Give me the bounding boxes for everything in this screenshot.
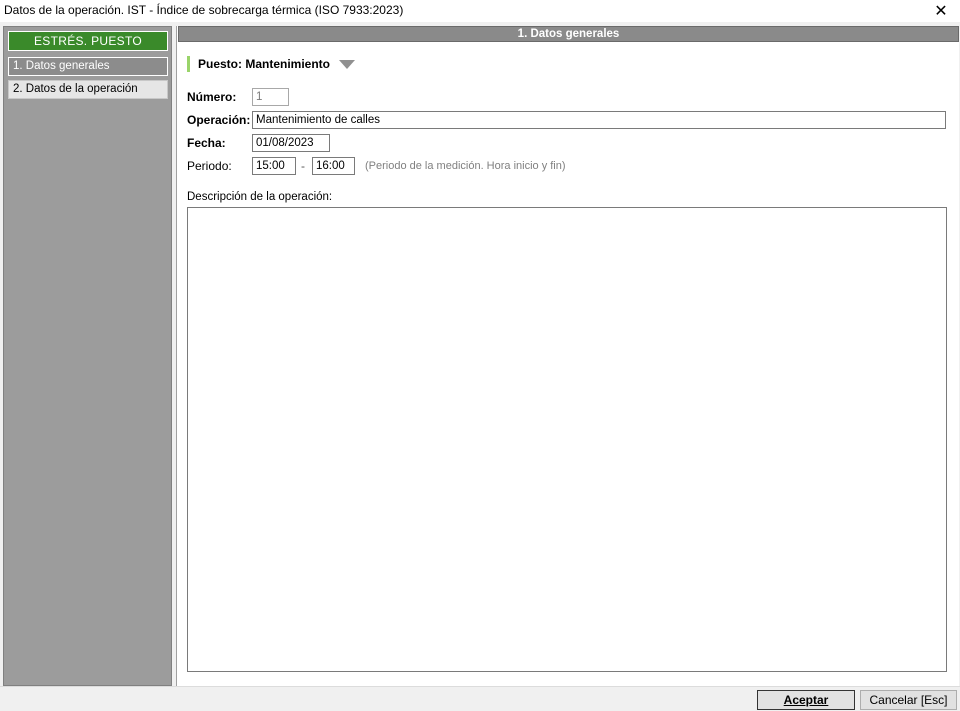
descripcion-textarea[interactable] (187, 207, 947, 672)
operacion-field[interactable] (252, 111, 946, 129)
puesto-label: Puesto: Mantenimiento (198, 57, 331, 71)
footer-bar: Aceptar Cancelar [Esc] (0, 686, 960, 711)
sidebar-header: ESTRÉS. PUESTO (8, 31, 168, 51)
sidebar-item-datos-generales[interactable]: 1. Datos generales (8, 57, 168, 76)
title-bar: Datos de la operación. IST - Índice de s… (0, 0, 960, 22)
numero-field[interactable] (252, 88, 289, 106)
periodo-hint: (Periodo de la medición. Hora inicio y f… (365, 160, 566, 172)
puesto-selector[interactable]: Puesto: Mantenimiento (187, 56, 356, 72)
periodo-separator: - (301, 159, 305, 173)
close-icon[interactable]: ✕ (928, 1, 954, 21)
periodo-label: Periodo: (187, 159, 232, 173)
section-title: 1. Datos generales (178, 26, 959, 42)
fecha-field[interactable] (252, 134, 330, 152)
sidebar: ESTRÉS. PUESTO 1. Datos generales 2. Dat… (3, 26, 172, 686)
fecha-label: Fecha: (187, 136, 226, 150)
periodo-start-field[interactable] (252, 157, 296, 175)
sidebar-item-datos-operacion[interactable]: 2. Datos de la operación (8, 80, 168, 99)
periodo-end-field[interactable] (312, 157, 355, 175)
main-panel: 1. Datos generales Puesto: Mantenimiento… (176, 26, 959, 686)
triangle-down-icon[interactable] (339, 59, 356, 69)
accept-button[interactable]: Aceptar (757, 690, 855, 710)
operacion-label: Operación: (187, 113, 251, 127)
descripcion-label: Descripción de la operación: (187, 191, 333, 203)
window-title: Datos de la operación. IST - Índice de s… (4, 3, 404, 17)
numero-label: Número: (187, 90, 237, 104)
cancel-button[interactable]: Cancelar [Esc] (860, 690, 957, 710)
